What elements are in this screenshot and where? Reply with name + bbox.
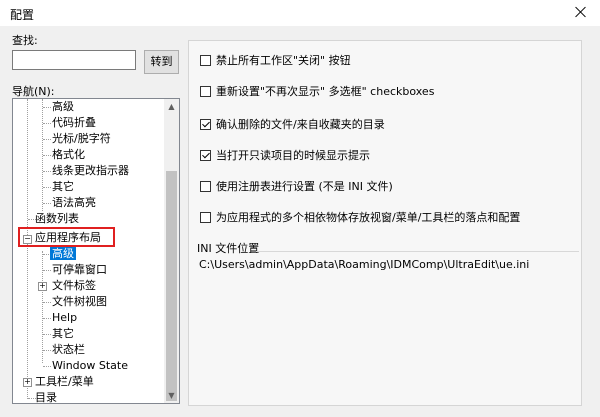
nav-item-dockable-windows[interactable]: 可停靠窗口 (52, 262, 107, 278)
nav-item-cursor-caret[interactable]: 光标/脱字符 (52, 131, 111, 147)
nav-label: 导航(N): (12, 85, 55, 98)
nav-item-file-tabs[interactable]: 文件标签 (52, 278, 96, 294)
tree-scrollbar[interactable]: ▲ ▼ (164, 99, 179, 403)
nav-item-layout-advanced[interactable]: 高级 (50, 246, 76, 262)
checkbox-checked[interactable] (200, 150, 211, 161)
selected-label: 高级 (50, 247, 76, 260)
close-icon[interactable] (570, 2, 592, 24)
checkbox-checked[interactable] (200, 119, 211, 130)
scroll-up-icon[interactable]: ▲ (164, 99, 179, 114)
checkbox[interactable] (200, 55, 211, 66)
nav-item-file-tree-view[interactable]: 文件树视图 (52, 294, 107, 310)
nav-tree[interactable]: 高级 代码折叠 光标/脱字符 格式化 线条更改指示器 其它 语法高亮 函数列表 … (12, 98, 180, 404)
nav-item-function-list[interactable]: 函数列表 (35, 211, 79, 227)
nav-item-code-folding[interactable]: 代码折叠 (52, 115, 96, 131)
nav-item-advanced[interactable]: 高级 (52, 99, 74, 115)
checkbox[interactable] (200, 181, 211, 192)
group-divider (256, 251, 579, 252)
scroll-down-icon[interactable]: ▼ (164, 388, 179, 403)
nav-item-help[interactable]: Help (52, 310, 77, 326)
nav-item-window-state[interactable]: Window State (52, 358, 128, 374)
nav-item-directories[interactable]: 目录 (35, 390, 57, 403)
ini-group-label: INI 文件位置 (197, 242, 260, 255)
window-title: 配置 (10, 8, 35, 22)
expand-icon[interactable]: + (38, 282, 47, 291)
nav-item-toolbar-menu[interactable]: 工具栏/菜单 (35, 374, 94, 390)
nav-item-line-change-indicator[interactable]: 线条更改指示器 (52, 163, 129, 179)
nav-item-formatting[interactable]: 格式化 (52, 147, 85, 163)
nav-item-other[interactable]: 其它 (52, 179, 74, 195)
highlight-annotation (18, 227, 115, 247)
checkbox[interactable] (200, 212, 211, 223)
nav-item-layout-other[interactable]: 其它 (52, 326, 74, 342)
title-bar: 配置 (0, 0, 600, 26)
ini-path: C:\Users\admin\AppData\Roaming\IDMComp\U… (199, 258, 530, 271)
scroll-thumb[interactable] (166, 171, 177, 401)
nav-item-status-bar[interactable]: 状态栏 (52, 342, 85, 358)
search-input[interactable] (12, 50, 136, 70)
nav-item-syntax-highlighting[interactable]: 语法高亮 (52, 195, 96, 211)
checkbox[interactable] (200, 86, 211, 97)
search-label: 查找: (12, 34, 38, 47)
expand-icon[interactable]: + (23, 378, 32, 387)
goto-button[interactable]: 转到 (144, 50, 179, 74)
